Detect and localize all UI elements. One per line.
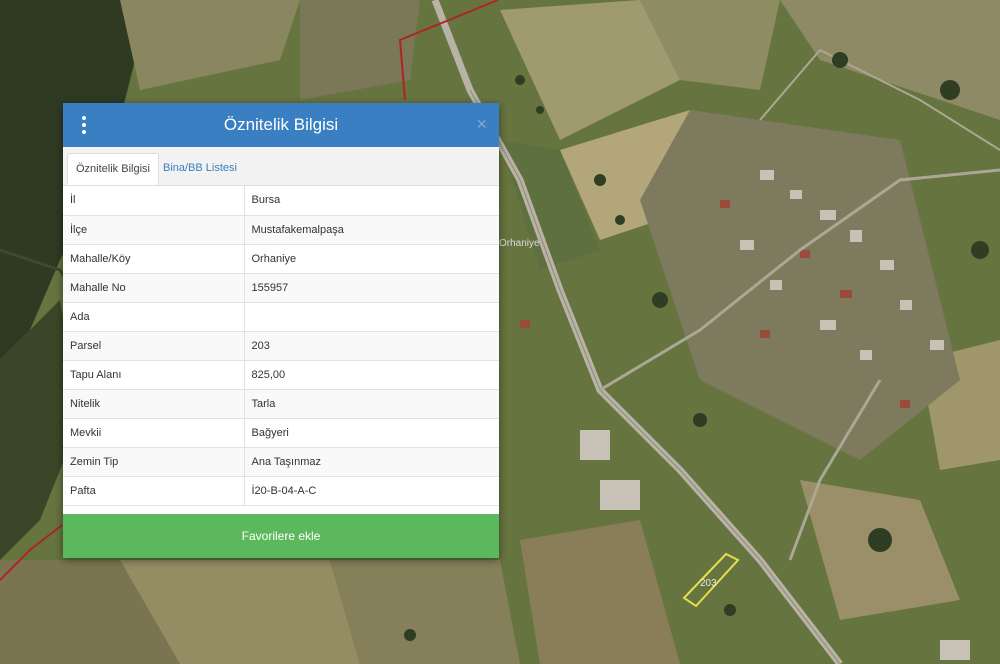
row-key: Mahalle No [63,273,245,303]
row-value: Tarla [244,389,499,419]
row-value: Bursa [244,186,499,216]
row-value: İ20-B-04-A-C [244,476,499,506]
row-value: Bağyeri [244,418,499,448]
row-value: 155957 [244,273,499,303]
tab-attribute-info[interactable]: Öznitelik Bilgisi [67,153,159,185]
row-key: Nitelik [63,389,245,419]
row-key: Ada [63,302,245,332]
row-value: Ana Taşınmaz [244,447,499,477]
row-value: 203 [244,331,499,361]
row-key: İl [63,186,245,216]
table-row: Pafta İ20-B-04-A-C [63,476,499,506]
attribute-info-panel: Öznitelik Bilgisi × Öznitelik Bilgisi Bi… [63,103,499,558]
tab-bar: Öznitelik Bilgisi Bina/BB Listesi [63,147,499,186]
row-key: Zemin Tip [63,447,245,477]
table-row: Zemin Tip Ana Taşınmaz [63,447,499,477]
tab-building-list[interactable]: Bina/BB Listesi [155,153,245,185]
table-row: İl Bursa [63,186,499,216]
close-icon[interactable]: × [476,115,487,133]
row-value: 825,00 [244,360,499,390]
row-key: Mahalle/Köy [63,244,245,274]
add-to-favorites-button[interactable]: Favorilere ekle [63,514,499,558]
row-value: Mustafakemalpaşa [244,215,499,245]
row-value: Orhaniye [244,244,499,274]
table-row: Mahalle/Köy Orhaniye [63,244,499,274]
parcel-label: 203 [700,578,717,589]
table-row: Nitelik Tarla [63,389,499,419]
table-row: Mevkii Bağyeri [63,418,499,448]
table-row: Tapu Alanı 825,00 [63,360,499,390]
table-row: Mahalle No 155957 [63,273,499,303]
panel-header: Öznitelik Bilgisi × [63,103,499,147]
row-key: Mevkii [63,418,245,448]
attribute-table: İl Bursa İlçe Mustafakemalpaşa Mahalle/Köy Or… [63,186,499,506]
row-key: Pafta [63,476,245,506]
row-key: İlçe [63,215,245,245]
road-label: Orhaniye [499,238,540,249]
table-row: Ada [63,302,499,332]
table-row: İlçe Mustafakemalpaşa [63,215,499,245]
row-key: Tapu Alanı [63,360,245,390]
row-key: Parsel [63,331,245,361]
table-row: Parsel 203 [63,331,499,361]
row-value [244,302,499,332]
panel-title: Öznitelik Bilgisi [223,115,339,134]
